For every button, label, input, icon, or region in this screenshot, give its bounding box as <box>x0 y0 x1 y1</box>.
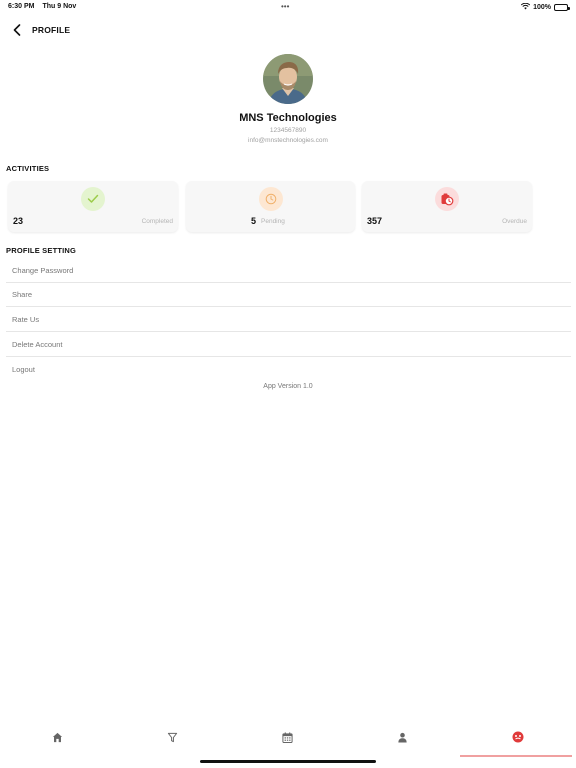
change-password-label: Change Password <box>12 266 74 275</box>
status-time: 6:30 PM <box>8 3 35 10</box>
tab-home[interactable] <box>0 722 115 752</box>
multitask-dots[interactable]: ••• <box>281 2 289 11</box>
overdue-clock-icon <box>435 187 459 211</box>
app-version: App Version 1.0 <box>263 383 313 390</box>
logout-item[interactable]: Logout <box>6 357 571 381</box>
tab-profile[interactable] <box>460 722 575 752</box>
profile-name: MNS Technologies <box>239 112 337 124</box>
pending-count: 5 <box>251 216 257 226</box>
check-icon <box>81 187 105 211</box>
avatar <box>263 54 313 104</box>
tab-bar <box>0 722 576 758</box>
battery-percent: 100% <box>533 4 551 11</box>
filter-icon <box>167 732 178 742</box>
status-bar: 6:30 PM Thu 9 Nov ••• 100% <box>0 0 576 14</box>
tab-filter[interactable] <box>115 722 230 752</box>
overdue-label: Overdue <box>502 218 527 225</box>
header: PROFILE <box>10 22 70 38</box>
logout-label: Logout <box>12 364 35 374</box>
completed-card[interactable]: 23 Completed <box>8 181 178 232</box>
delete-account-label: Delete Account <box>12 340 63 349</box>
home-indicator[interactable] <box>200 760 376 763</box>
share-item[interactable]: Share <box>6 283 571 307</box>
overdue-card[interactable]: 357 Overdue <box>362 181 532 232</box>
activities-title: ACTIVITIES <box>6 164 50 173</box>
pending-card[interactable]: 5 Pending <box>186 181 355 232</box>
profile-face-icon <box>512 731 523 743</box>
profile-phone: 1234567890 <box>269 127 307 134</box>
completed-label: Completed <box>141 218 173 225</box>
home-icon <box>52 732 63 742</box>
rate-us-label: Rate Us <box>12 315 40 324</box>
share-label: Share <box>12 290 33 299</box>
active-tab-indicator <box>460 755 572 757</box>
tab-user[interactable] <box>345 722 460 752</box>
completed-count: 23 <box>13 216 24 226</box>
rate-us-item[interactable]: Rate Us <box>6 308 571 332</box>
change-password-item[interactable]: Change Password <box>6 259 571 283</box>
user-icon <box>398 732 407 743</box>
chevron-left-icon <box>13 24 21 36</box>
back-button[interactable] <box>10 22 24 38</box>
page-title: PROFILE <box>32 25 71 35</box>
overdue-count: 357 <box>367 216 383 226</box>
delete-account-item[interactable]: Delete Account <box>6 333 571 357</box>
battery-icon <box>554 4 570 11</box>
pending-label: Pending <box>261 218 285 225</box>
tab-calendar[interactable] <box>230 722 345 752</box>
wifi-icon <box>520 2 531 12</box>
profile-email: info@mnstechnologies.com <box>248 137 328 144</box>
profile-setting-title: PROFILE SETTING <box>6 246 77 255</box>
clock-icon <box>258 187 283 211</box>
calendar-icon <box>282 731 293 743</box>
status-date: Thu 9 Nov <box>42 3 77 10</box>
